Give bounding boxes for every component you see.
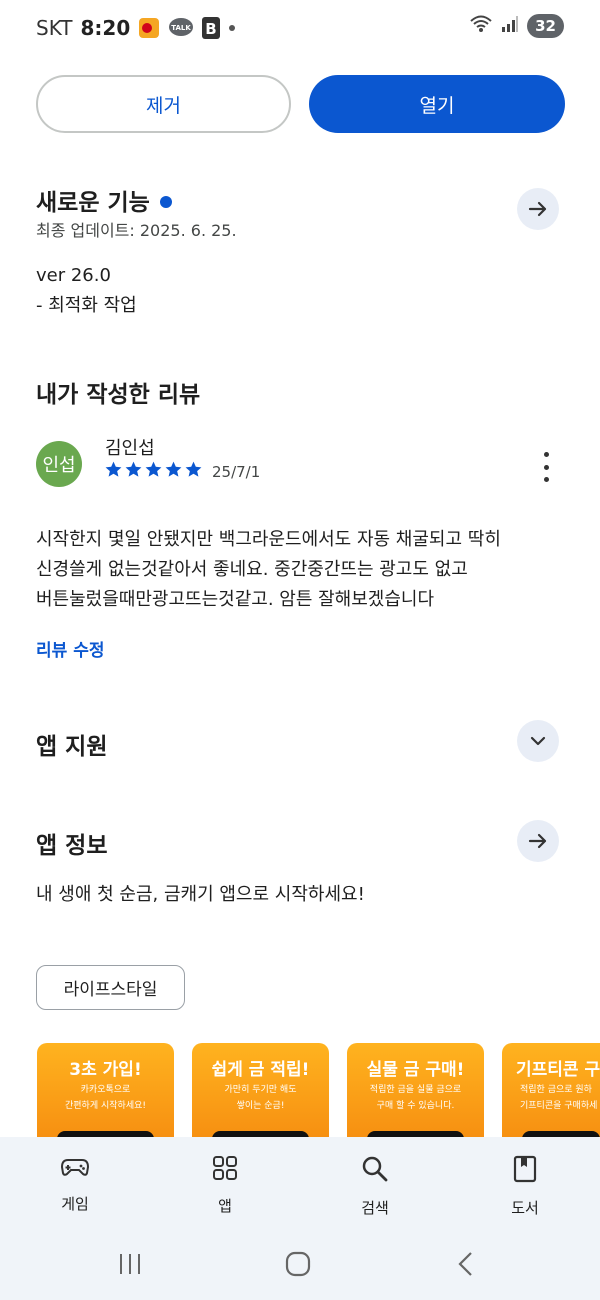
nav-label: 검색 [361, 1199, 389, 1217]
chevron-down-icon [530, 736, 546, 746]
screenshot-caption: 구매 할 수 있습니다. [376, 1101, 455, 1111]
b-label: B [206, 20, 217, 38]
more-options-icon[interactable] [538, 452, 554, 482]
whats-new-label: 새로운 기능 [36, 190, 150, 216]
dot-indicator [228, 24, 236, 32]
screenshot-caption: 카카오톡으로 [80, 1085, 131, 1095]
version-text: ver 26.0 [36, 265, 111, 286]
action-buttons: 제거 열기 [36, 75, 565, 133]
category-chip[interactable]: 라이프스타일 [36, 965, 185, 1010]
carrier-label: SKT [36, 16, 73, 40]
my-review-title: 내가 작성한 리뷰 [36, 382, 201, 408]
wifi-icon [469, 14, 493, 38]
arrow-right-icon [528, 833, 547, 849]
screenshot-caption: 간편하게 시작하세요! [65, 1101, 146, 1111]
app-info-title[interactable]: 앱 정보 [36, 826, 108, 860]
b-app-icon: B [202, 17, 221, 39]
avatar: 인섭 [36, 441, 82, 487]
new-dot-icon [159, 195, 172, 208]
screenshot-caption: 적립한 금을 실물 금으로 [369, 1085, 462, 1095]
system-nav-bar [0, 1237, 600, 1300]
status-bar: SKT 8:20 TALK B 32 [0, 0, 600, 56]
release-note: - 최적화 작업 [36, 295, 137, 316]
open-button[interactable]: 열기 [309, 75, 565, 133]
nav-label: 게임 [61, 1195, 89, 1213]
recent-apps-icon[interactable] [118, 1252, 142, 1276]
star-icon [165, 461, 182, 477]
screenshot-title: 쉽게 금 적립! [211, 1060, 310, 1080]
review-line-3: 버튼눌렀을때만광고뜨는것같고. 암튼 잘해보겠습니다 [36, 589, 435, 610]
star-rating [104, 460, 203, 479]
screenshot-caption: 적립한 금으로 원하 [520, 1085, 592, 1095]
nav-label: 앱 [218, 1197, 232, 1215]
star-icon [145, 461, 162, 477]
reviewer-name: 김인섭 [105, 438, 155, 459]
book-icon [513, 1155, 537, 1183]
review-date: 25/7/1 [212, 463, 261, 481]
screenshot-title: 기프티콘 구 [516, 1060, 600, 1080]
home-icon[interactable] [285, 1251, 311, 1277]
nav-books[interactable]: 도서 [450, 1137, 600, 1237]
app-info-arrow-button[interactable] [517, 820, 559, 862]
search-icon [362, 1156, 388, 1182]
app-support-expand-button[interactable] [517, 720, 559, 762]
screenshot-caption: 가만히 두기만 해도 [224, 1085, 297, 1095]
signal-icon [501, 15, 519, 37]
review-line-1: 시작한지 몇일 안됐지만 백그라운드에서도 자동 채굴되고 딱히 [36, 529, 501, 550]
talk-label: TALK [171, 24, 191, 32]
kakaotalk-icon: TALK [168, 17, 194, 39]
nav-search[interactable]: 검색 [300, 1137, 450, 1237]
nav-apps[interactable]: 앱 [150, 1137, 300, 1237]
star-icon [185, 461, 202, 477]
screenshot-caption: 기프티콘을 구매하세 [520, 1101, 598, 1111]
last-updated: 최종 업데이트: 2025. 6. 25. [36, 221, 237, 240]
notification-app-icon [138, 17, 160, 39]
back-icon[interactable] [456, 1251, 476, 1277]
battery-badge: 32 [527, 14, 564, 38]
screenshot-caption: 쌓이는 순금! [236, 1101, 285, 1111]
app-description: 내 생애 첫 순금, 금캐기 앱으로 시작하세요! [36, 884, 365, 905]
bottom-navigation: 게임 앱 검색 도서 [0, 1137, 600, 1237]
nav-label: 도서 [511, 1199, 539, 1217]
whats-new-title[interactable]: 새로운 기능 [36, 183, 172, 217]
star-icon [125, 461, 142, 477]
nav-games[interactable]: 게임 [0, 1137, 150, 1237]
star-icon [105, 461, 122, 477]
review-line-2: 신경쓸게 없는것같아서 좋네요. 중간중간뜨는 광고도 없고 [36, 559, 468, 580]
apps-grid-icon [213, 1156, 237, 1180]
clock: 8:20 [80, 16, 131, 40]
edit-review-link[interactable]: 리뷰 수정 [36, 636, 104, 661]
uninstall-button[interactable]: 제거 [36, 75, 291, 133]
whats-new-arrow-button[interactable] [517, 188, 559, 230]
app-support-title[interactable]: 앱 지원 [36, 727, 108, 761]
screenshot-title: 3초 가입! [69, 1060, 142, 1080]
gamepad-icon [60, 1159, 90, 1176]
arrow-right-icon [528, 201, 547, 217]
screenshot-title: 실물 금 구매! [366, 1060, 465, 1080]
